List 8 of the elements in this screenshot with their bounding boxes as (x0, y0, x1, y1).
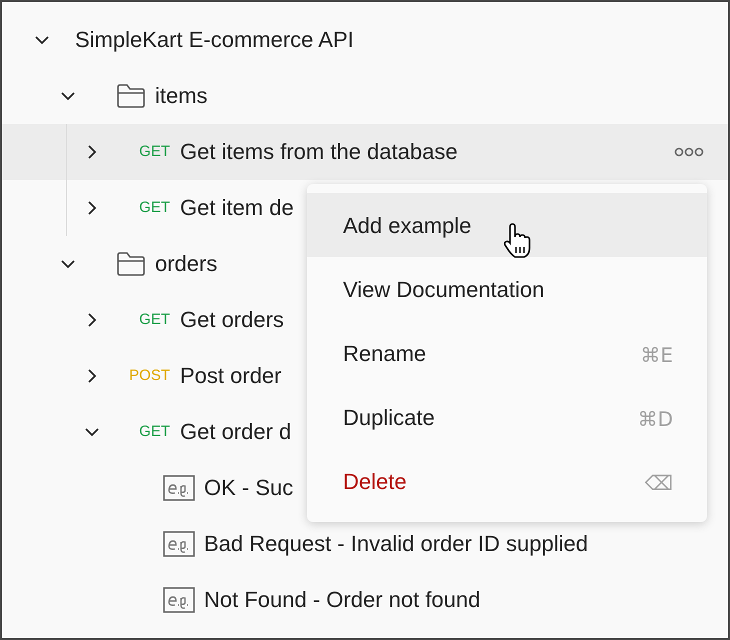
shortcut-hint: ⌘E (640, 342, 673, 369)
request-method: GET (139, 143, 170, 161)
request-method: GET (139, 199, 170, 217)
shortcut-hint: ⌫ (644, 470, 673, 497)
request-method: GET (139, 311, 170, 329)
request-method: POST (129, 367, 170, 385)
shortcut-hint: ⌘D (638, 406, 673, 433)
request-method: GET (139, 423, 170, 441)
